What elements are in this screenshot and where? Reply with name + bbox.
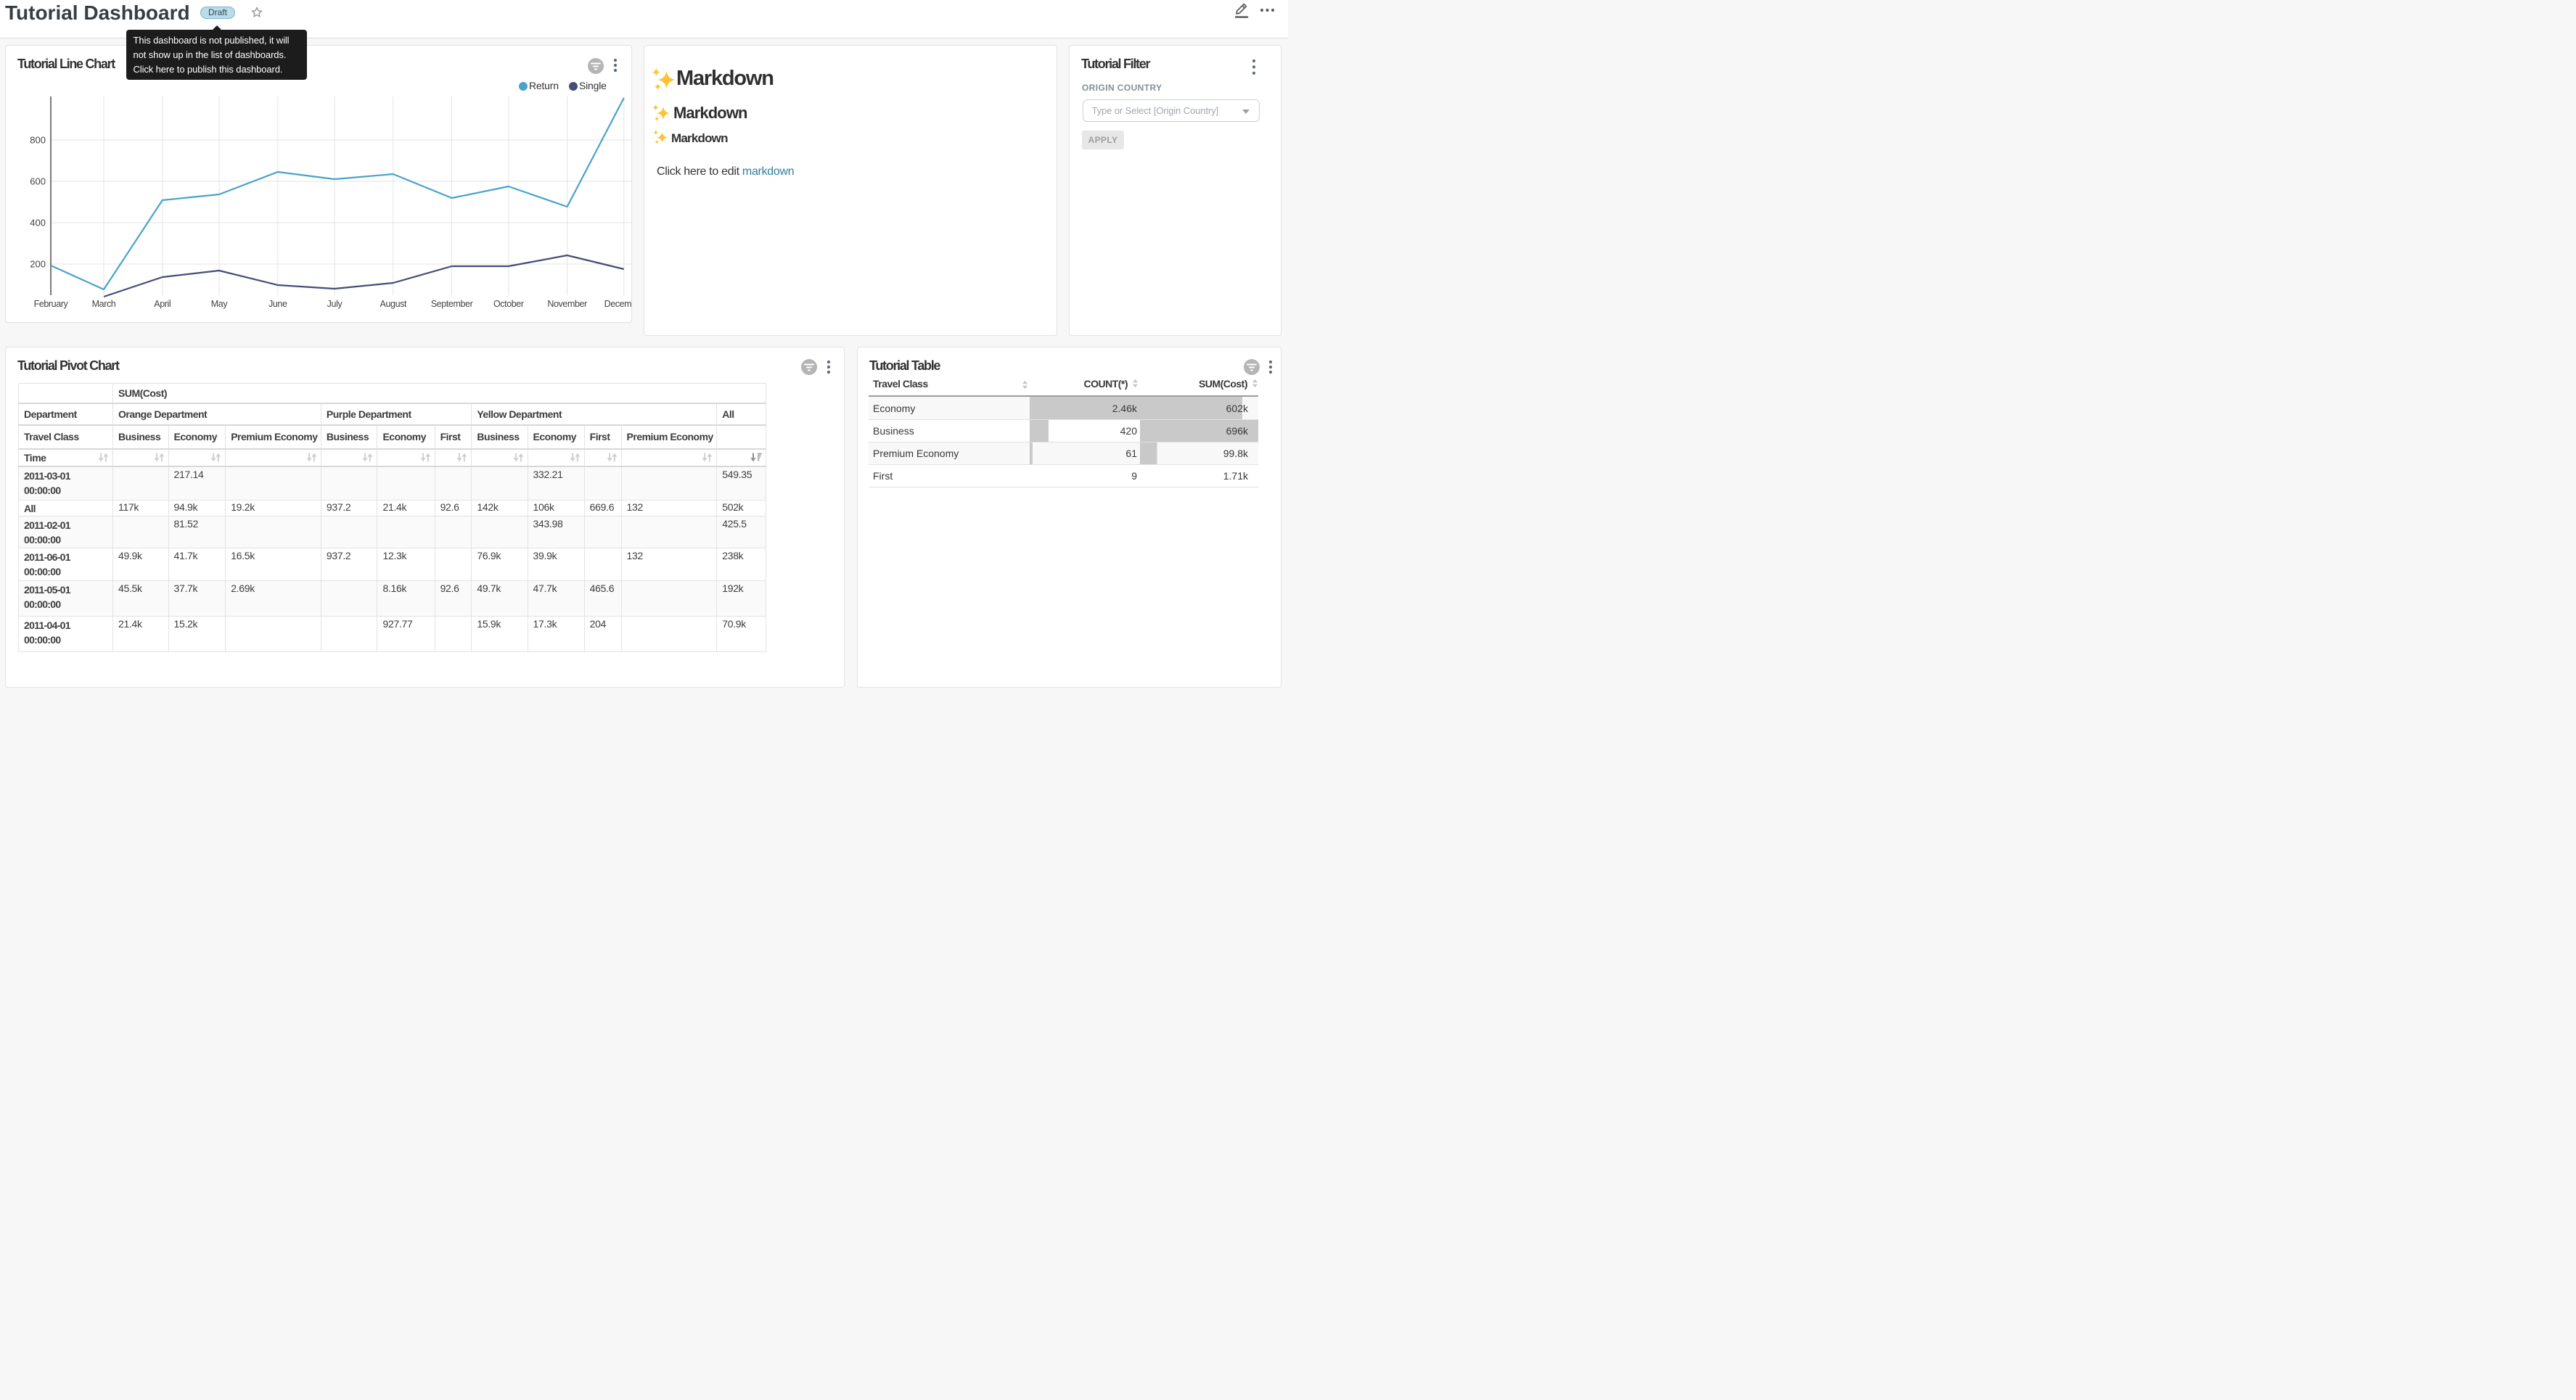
svg-text:800: 800 [30, 135, 46, 146]
svg-text:September: September [431, 299, 473, 309]
svg-text:June: June [268, 299, 287, 309]
svg-text:December: December [604, 299, 631, 309]
svg-text:February: February [34, 299, 69, 309]
svg-text:April: April [154, 299, 171, 309]
svg-text:October: October [493, 299, 524, 309]
svg-text:600: 600 [30, 176, 46, 187]
svg-text:November: November [547, 299, 587, 309]
svg-text:May: May [211, 299, 229, 309]
svg-text:400: 400 [30, 218, 46, 228]
svg-text:August: August [380, 299, 407, 309]
svg-text:March: March [92, 299, 116, 309]
svg-text:July: July [327, 299, 343, 309]
svg-text:200: 200 [30, 259, 46, 270]
